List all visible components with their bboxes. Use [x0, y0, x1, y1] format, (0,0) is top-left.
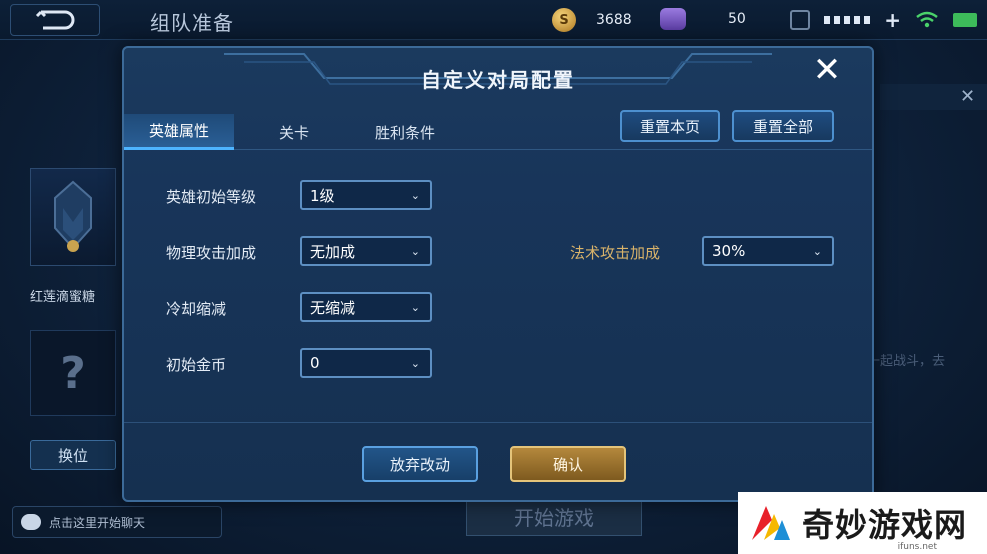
select-value: 无缩减 — [310, 298, 356, 317]
watermark-url: ifuns.net — [897, 542, 937, 552]
plus-icon[interactable]: + — [884, 8, 901, 32]
coin-count: 3688 — [596, 12, 632, 28]
watermark-logo-icon — [752, 506, 790, 540]
dialog-divider — [124, 422, 872, 423]
select-cooldown-reduction[interactable]: 无缩减 ⌄ — [300, 292, 432, 322]
start-game-button[interactable]: 开始游戏 — [466, 496, 642, 536]
label-physical-attack-bonus: 物理攻击加成 — [166, 244, 257, 262]
gem-balance: 50 — [660, 8, 746, 30]
tab-stage[interactable]: 关卡 — [254, 114, 334, 150]
chevron-down-icon: ⌄ — [410, 188, 420, 202]
reset-page-button[interactable]: 重置本页 — [620, 110, 720, 142]
select-initial-level[interactable]: 1级 ⌄ — [300, 180, 432, 210]
close-icon[interactable]: ✕ — [960, 88, 978, 106]
label-magic-attack-bonus: 法术攻击加成 — [570, 244, 661, 262]
close-button[interactable]: ✕ — [810, 53, 844, 88]
swap-button[interactable]: 换位 — [30, 440, 116, 470]
coin-icon: S — [552, 8, 576, 32]
select-value: 1级 — [310, 186, 335, 205]
question-mark-icon: ? — [60, 347, 86, 399]
hero-name: 红莲滴蜜糖 — [30, 290, 96, 305]
redacted-value — [824, 16, 871, 24]
chevron-down-icon: ⌄ — [410, 356, 420, 370]
chat-placeholder: 点击这里开始聊天 — [49, 515, 146, 530]
status-icons: + — [790, 8, 977, 32]
back-arrow-icon — [35, 10, 75, 30]
label-initial-level: 英雄初始等级 — [166, 188, 257, 206]
select-initial-gold[interactable]: 0 ⌄ — [300, 348, 432, 378]
battery-icon — [953, 13, 977, 27]
chevron-down-icon: ⌄ — [812, 244, 822, 258]
empty-slot[interactable]: ? — [30, 330, 116, 416]
hero-helmet-icon — [54, 180, 92, 252]
select-physical-attack-bonus[interactable]: 无加成 ⌄ — [300, 236, 432, 266]
dialog-title: 自定义对局配置 — [421, 68, 575, 92]
back-button[interactable] — [10, 4, 100, 36]
tab-victory-conditions[interactable]: 胜利条件 — [350, 114, 460, 150]
gem-count: 50 — [728, 11, 746, 27]
close-icon: ✕ — [812, 50, 842, 90]
dialog-header: 自定义对局配置 ✕ — [124, 48, 872, 110]
discard-changes-button[interactable]: 放弃改动 — [362, 446, 478, 482]
hero-portrait[interactable] — [30, 168, 116, 266]
select-value: 30% — [712, 242, 746, 260]
top-bar: 组队准备 S 3688 50 + — [0, 0, 987, 40]
chat-bubble-icon — [21, 514, 41, 530]
reset-all-button[interactable]: 重置全部 — [732, 110, 834, 142]
chevron-down-icon: ⌄ — [410, 244, 420, 258]
select-value: 无加成 — [310, 242, 356, 261]
wifi-icon — [916, 11, 938, 28]
page-title: 组队准备 — [150, 11, 234, 35]
site-watermark: 奇妙游戏网 ifuns.net — [738, 492, 987, 554]
label-initial-gold: 初始金币 — [166, 356, 227, 374]
chevron-down-icon: ⌄ — [410, 300, 420, 314]
watermark-text: 奇妙游戏网 — [802, 506, 968, 544]
select-value: 0 — [310, 354, 320, 372]
chat-input[interactable]: 点击这里开始聊天 — [12, 506, 222, 538]
coin-balance: S 3688 — [552, 8, 632, 32]
label-cooldown-reduction: 冷却缩减 — [166, 300, 227, 318]
select-magic-attack-bonus[interactable]: 30% ⌄ — [702, 236, 834, 266]
ticket-icon — [790, 10, 811, 30]
gem-icon — [660, 8, 686, 30]
tab-hero-attributes[interactable]: 英雄属性 — [124, 114, 234, 150]
custom-match-dialog: 自定义对局配置 ✕ 英雄属性 关卡 胜利条件 重置本页 重置全部 英雄初始等级 … — [122, 46, 874, 502]
confirm-button[interactable]: 确认 — [510, 446, 626, 482]
